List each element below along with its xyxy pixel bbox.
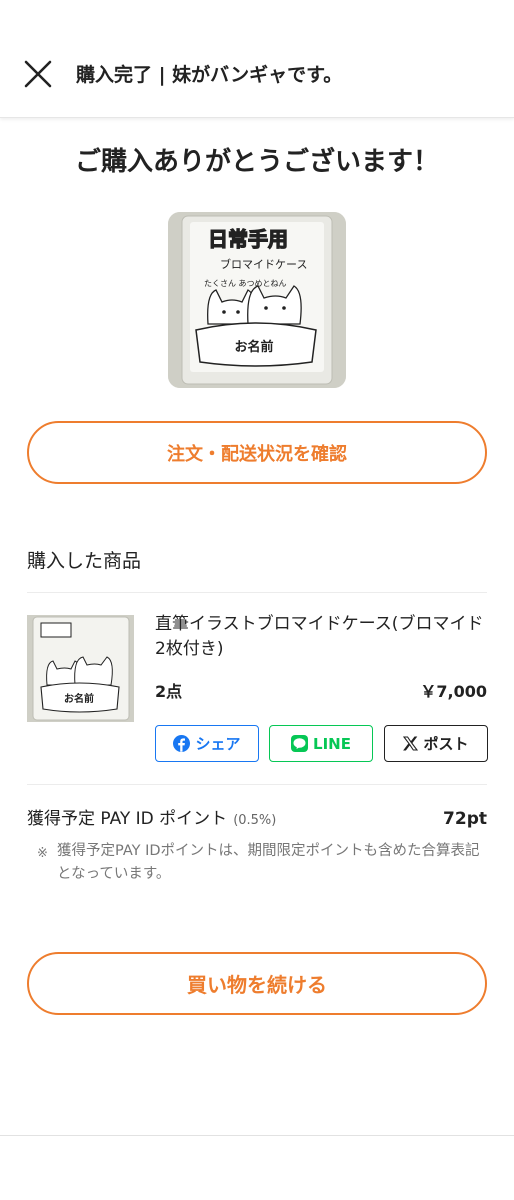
product-hero-image: 日常手用 ブロマイドケース たくさん あつめとねん お名前 <box>168 212 346 388</box>
svg-text:たくさん あつめとねん: たくさん あつめとねん <box>204 279 287 288</box>
points-label: 獲得予定 PAY ID ポイント (0.5%) <box>27 806 276 834</box>
product-quantity: 2点 <box>155 682 183 701</box>
divider <box>27 784 487 785</box>
product-name[interactable]: 直筆イラストブロマイドケース(ブロマイド2枚付き) <box>155 612 487 662</box>
footer-divider <box>0 1135 514 1136</box>
x-post-label: ポスト <box>423 735 469 753</box>
purchase-complete-page: 購入完了 | 妹がバンギャです。 ご購入ありがとうございます！ 日常手用 ブロマ… <box>0 0 514 1200</box>
note-mark: ※ <box>37 846 48 861</box>
order-status-button[interactable]: 注文・配送状況を確認 <box>27 421 487 484</box>
points-note: 獲得予定PAY IDポイントは、期間限定ポイントも含めた合算表記となっています。 <box>57 843 480 882</box>
thanks-message: ご購入ありがとうございます！ <box>74 147 439 177</box>
line-share-label: LINE <box>313 734 351 753</box>
facebook-share-button[interactable]: シェア <box>155 725 259 762</box>
product-thumbnail[interactable]: お名前 <box>27 615 134 722</box>
x-icon <box>403 736 419 751</box>
product-price: ￥7,000 <box>420 682 487 701</box>
divider <box>27 592 487 593</box>
purchased-section-title: 購入した商品 <box>27 550 142 572</box>
x-post-button[interactable]: ポスト <box>384 725 488 762</box>
svg-text:日常手用: 日常手用 <box>208 227 288 251</box>
points-label-text: 獲得予定 PAY ID ポイント <box>27 809 228 829</box>
points-value: 72pt <box>443 809 487 829</box>
header: 購入完了 | 妹がバンギャです。 <box>0 0 514 118</box>
page-title: 購入完了 | 妹がバンギャです。 <box>76 64 343 86</box>
close-icon <box>24 60 52 88</box>
points-rate: (0.5%) <box>233 813 277 828</box>
line-share-button[interactable]: LINE <box>269 725 373 762</box>
svg-text:お名前: お名前 <box>64 692 94 705</box>
facebook-icon <box>173 735 191 752</box>
line-icon <box>291 735 309 752</box>
svg-text:お名前: お名前 <box>234 339 273 355</box>
facebook-share-label: シェア <box>195 735 241 753</box>
svg-text:ブロマイドケース: ブロマイドケース <box>220 257 307 271</box>
close-button[interactable] <box>20 56 56 92</box>
continue-shopping-button[interactable]: 買い物を続ける <box>27 952 487 1015</box>
